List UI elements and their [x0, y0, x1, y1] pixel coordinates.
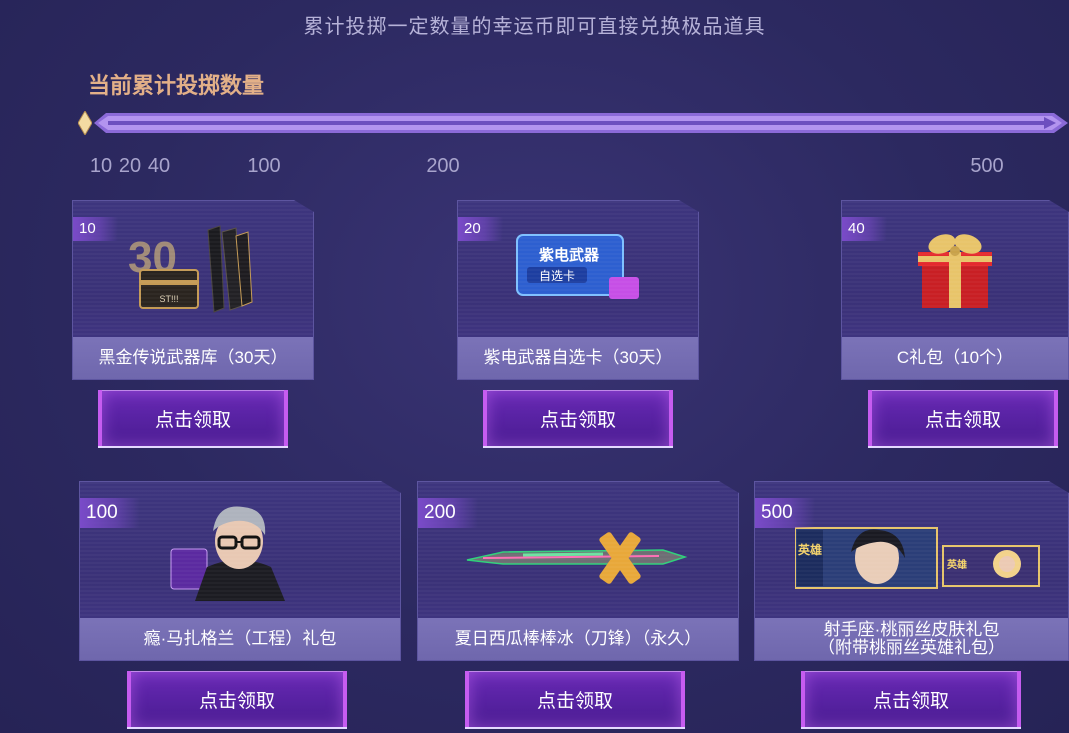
header-subtitle: 累计投掷一定数量的幸运币即可直接兑换极品道具 [303, 16, 766, 38]
reward-name: 紫电武器自选卡（30天） [458, 337, 698, 379]
claim-button[interactable]: 点击领取 [801, 671, 1021, 727]
reward-card: 500 英雄 英雄 射手座·桃丽丝皮肤礼包 （附带桃丽丝英雄礼包） [754, 481, 1069, 661]
reward-card: 200 夏日西瓜棒棒冰（刀锋）（永久） [417, 481, 739, 661]
reward-card: 100 瘾·马扎格兰（工程）礼包 [79, 481, 401, 661]
reward-count-badge: 200 [418, 498, 478, 528]
reward-card: 20 紫电武器 自选卡 紫电武器自选卡（30天） [457, 200, 699, 380]
progress-tick: 100 [247, 155, 281, 177]
reward-count-badge: 100 [80, 498, 140, 528]
progress-tick: 40 [147, 155, 171, 177]
claim-button[interactable]: 点击领取 [465, 671, 685, 727]
progress-title: 当前累计投掷数量 [88, 73, 265, 98]
reward-name: 夏日西瓜棒棒冰（刀锋）（永久） [418, 618, 738, 660]
reward-name: 瘾·马扎格兰（工程）礼包 [80, 618, 400, 660]
reward-count-badge: 20 [458, 217, 503, 241]
reward-card: 40 C礼包（10个） [841, 200, 1069, 380]
svg-text:英雄: 英雄 [798, 542, 822, 557]
reward-card: 10 30 ST!!! 黑金传说武器库（30天） [72, 200, 314, 380]
svg-text:英雄: 英雄 [946, 558, 967, 571]
progress-marker-icon [78, 111, 92, 135]
claim-button[interactable]: 点击领取 [483, 390, 673, 446]
reward-name-line1: 射手座·桃丽丝皮肤礼包 [823, 620, 1000, 639]
reward-count-badge: 40 [842, 217, 887, 241]
svg-text:ST!!!: ST!!! [159, 294, 178, 304]
progress-tick: 10 [89, 155, 113, 177]
reward-name: C礼包（10个） [842, 337, 1068, 379]
reward-name: 射手座·桃丽丝皮肤礼包 （附带桃丽丝英雄礼包） [755, 618, 1068, 660]
progress-tick: 20 [118, 155, 142, 177]
progress-track [84, 111, 1068, 135]
reward-name-line2: （附带桃丽丝英雄礼包） [818, 638, 1005, 657]
progress-tick: 200 [426, 155, 460, 177]
reward-count-badge: 10 [73, 217, 118, 241]
svg-text:紫电武器: 紫电武器 [539, 246, 600, 264]
hero-skin-card-icon: 英雄 英雄 [755, 522, 1068, 592]
claim-button[interactable]: 点击领取 [98, 390, 288, 446]
svg-text:自选卡: 自选卡 [539, 269, 575, 283]
reward-count-badge: 500 [755, 498, 815, 528]
claim-button[interactable]: 点击领取 [868, 390, 1058, 446]
progress-tick: 500 [970, 155, 1004, 177]
claim-button[interactable]: 点击领取 [127, 671, 347, 727]
reward-name: 黑金传说武器库（30天） [73, 337, 313, 379]
